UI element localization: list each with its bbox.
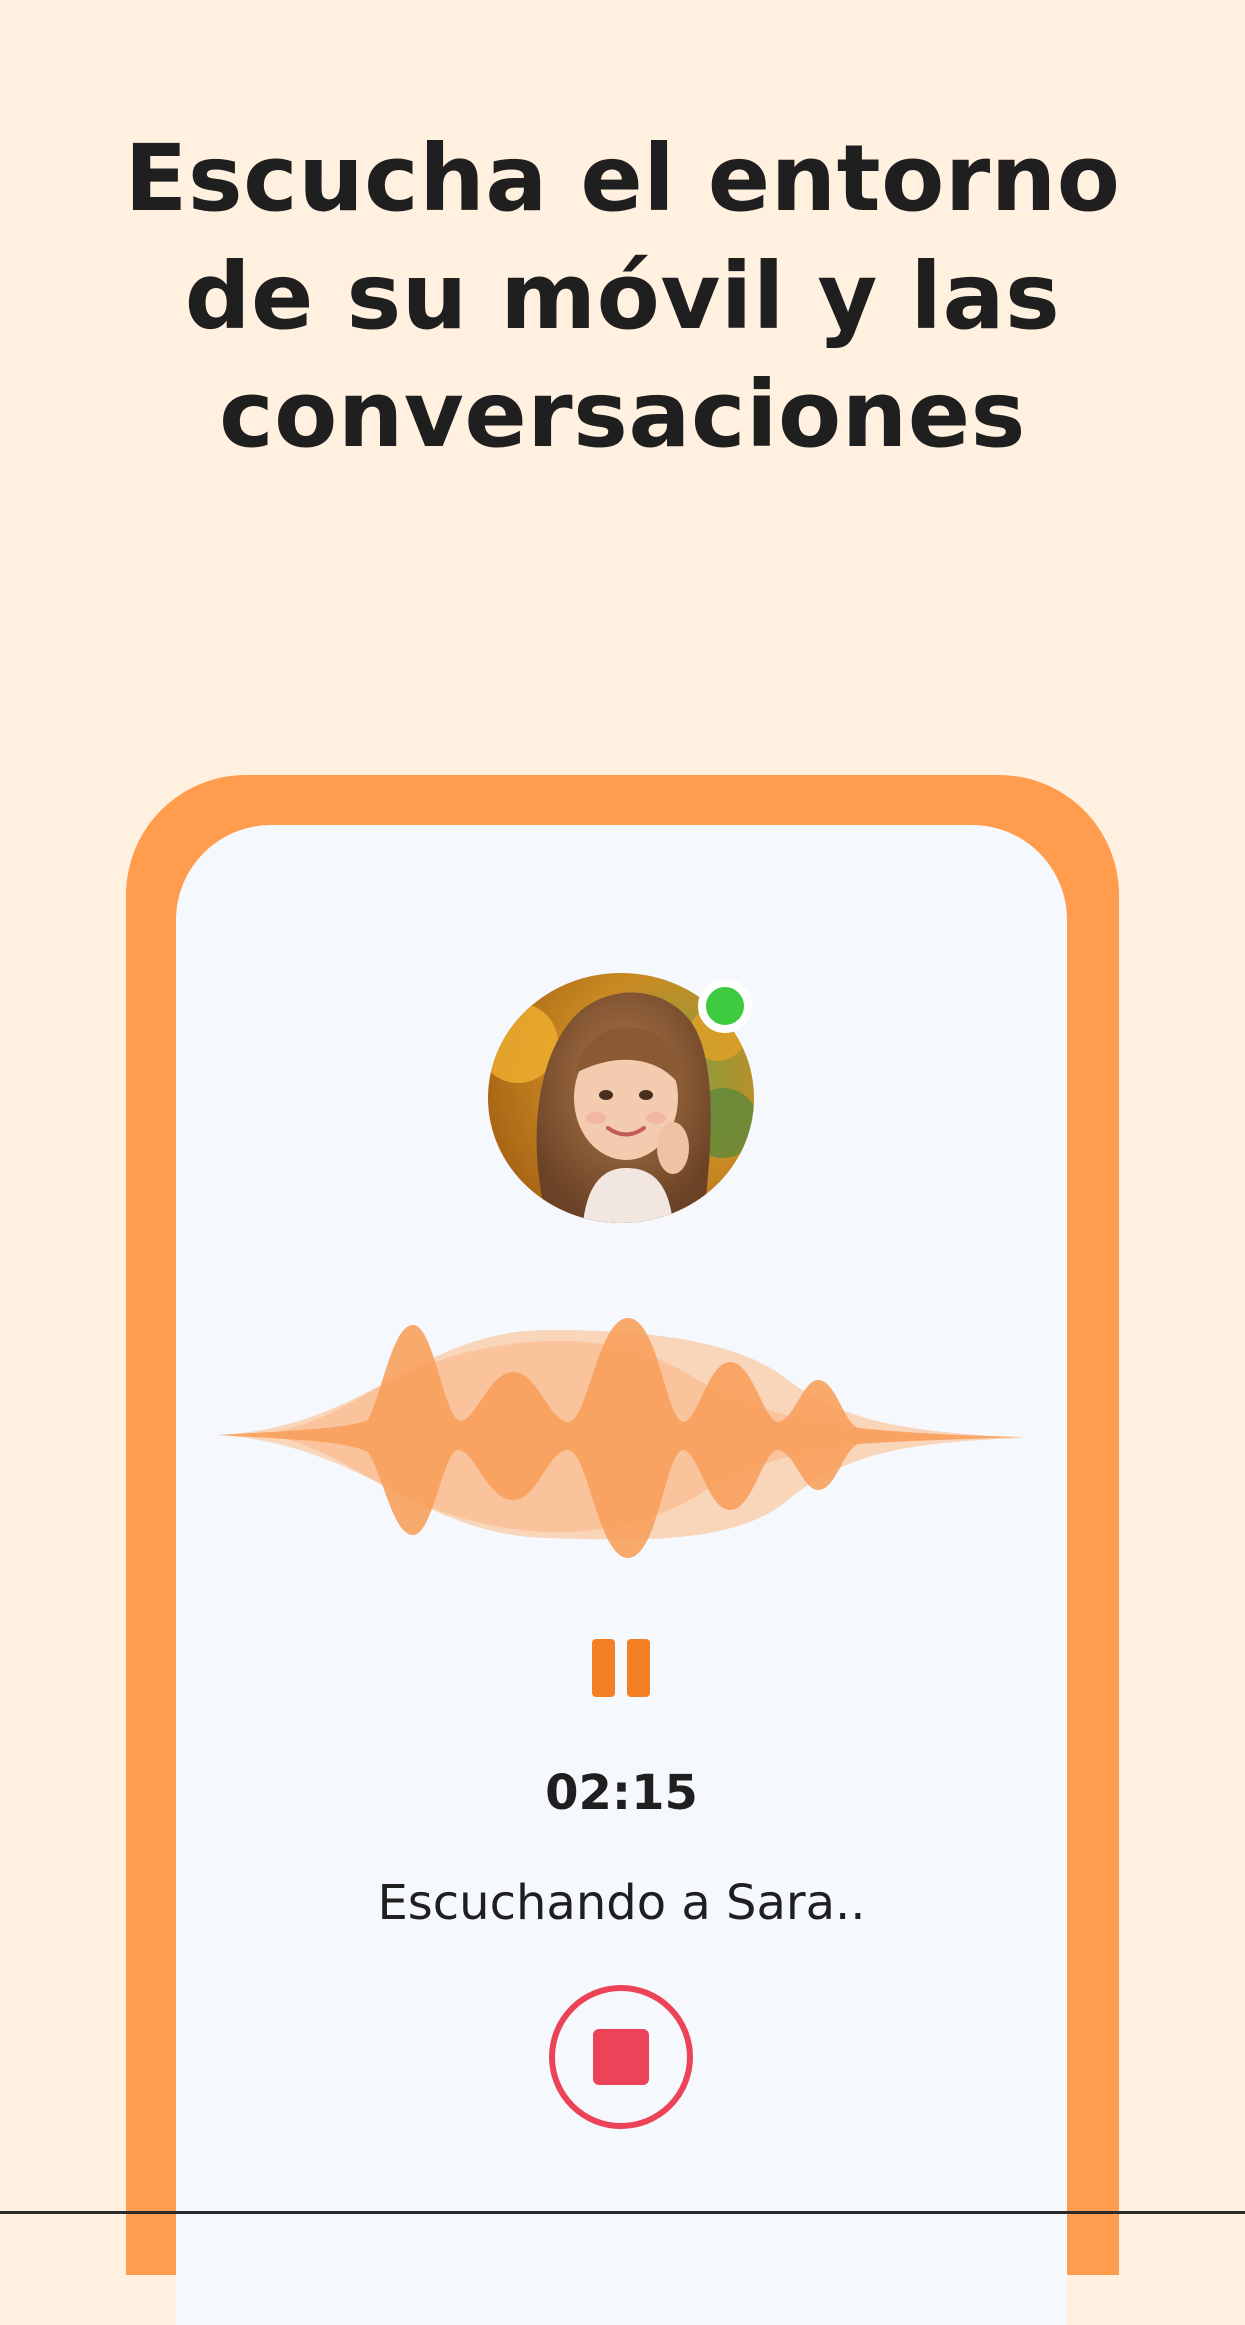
phone-frame: 02:15 Escuchando a Sara.. xyxy=(126,775,1119,2325)
pause-bar-right xyxy=(627,1639,650,1697)
stop-button[interactable] xyxy=(549,1985,693,2129)
online-status-indicator xyxy=(698,979,752,1033)
audio-waveform xyxy=(218,1318,1024,1558)
headline-line-2: de su móvil y las xyxy=(184,243,1061,350)
headline-line-1: Escucha el entorno xyxy=(124,125,1121,232)
listening-status-text: Escuchando a Sara.. xyxy=(377,1875,866,1931)
stop-icon xyxy=(593,2029,649,2085)
pause-bar-left xyxy=(592,1639,615,1697)
headline-line-3: conversaciones xyxy=(219,361,1026,468)
headline: Escucha el entorno de su móvil y las con… xyxy=(0,120,1245,474)
listening-timer: 02:15 xyxy=(545,1765,698,1821)
pause-button[interactable] xyxy=(588,1635,654,1701)
avatar-container xyxy=(488,973,754,1223)
listening-screen: 02:15 Escuchando a Sara.. xyxy=(176,825,1067,2325)
